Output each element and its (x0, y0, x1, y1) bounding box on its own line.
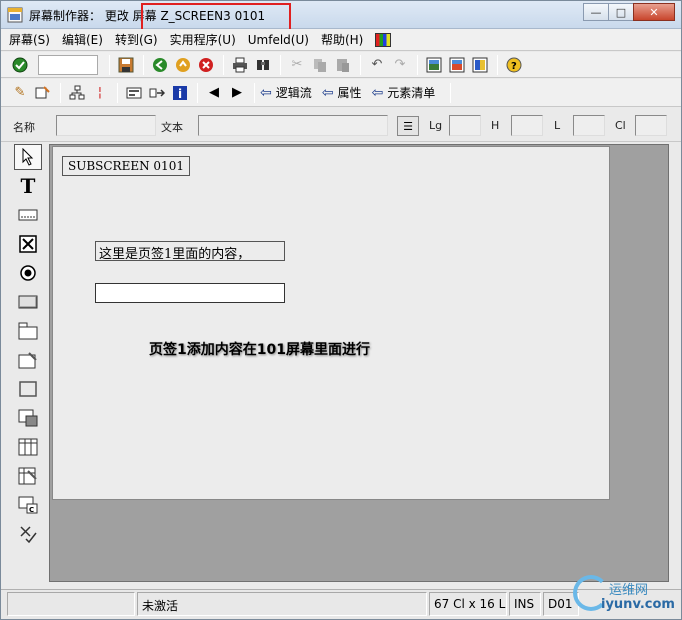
subscreen-area-icon[interactable] (14, 405, 42, 431)
color-palette-icon[interactable] (375, 32, 392, 47)
screen-canvas[interactable]: SUBSCREEN 0101 这里是页签1里面的内容， 页签1添加内容在101屏… (52, 146, 610, 500)
paste-icon[interactable] (332, 55, 354, 75)
cancel-icon[interactable] (195, 55, 217, 75)
standard-toolbar: ✂ ↶ ↷ ? (1, 52, 681, 78)
menu-help[interactable]: 帮助(H) (321, 31, 363, 48)
site-watermark: 运维网 iyunv.com (571, 573, 675, 617)
status-state: 未激活 (137, 592, 427, 616)
l-input[interactable] (573, 115, 605, 136)
find-icon[interactable] (252, 55, 274, 75)
custom-control-icon[interactable]: C (14, 492, 42, 518)
exit-icon[interactable] (172, 55, 194, 75)
status-icon-tool-icon[interactable] (14, 521, 42, 547)
cl-label: Cl (615, 119, 626, 132)
attributes-label: 属性 (337, 86, 362, 100)
application-toolbar: ✎ ¦ i ◀ ▶ ⇦ 逻辑流 ⇦ 属性 ⇦ 元素清单 (1, 79, 681, 107)
table-wizard-icon[interactable] (14, 463, 42, 489)
pointer-icon[interactable] (14, 144, 42, 170)
element-list-label: 元素清单 (387, 86, 436, 100)
menu-screen[interactable]: 屏幕(S) (9, 31, 50, 48)
menu-umfeld[interactable]: Umfeld(U) (248, 33, 309, 47)
element-list-button[interactable]: ⇦ 元素清单 (372, 84, 436, 101)
h-label: H (491, 119, 500, 132)
print-icon[interactable] (229, 55, 251, 75)
input-field-icon[interactable] (14, 202, 42, 228)
subscreen-label[interactable]: SUBSCREEN 0101 (62, 156, 190, 176)
title-bar: 屏幕制作器： 更改 屏幕 Z_SCREEN3 0101 — □ ✕ (1, 1, 681, 29)
element-attributes-row: 名称 文本 ☰ Lg H L Cl (1, 108, 681, 142)
window-title: 屏幕制作器： 更改 屏幕 Z_SCREEN3 0101 (29, 9, 266, 23)
lg-label: Lg (429, 119, 443, 132)
minimize-button[interactable]: — (583, 3, 609, 21)
previous-icon[interactable]: ◀ (203, 83, 225, 103)
watermark-en: iyunv.com (601, 597, 675, 612)
back-icon[interactable] (149, 55, 171, 75)
name-input[interactable] (56, 115, 156, 136)
status-size: 67 Cl x 16 L (429, 592, 507, 616)
maximize-button[interactable]: □ (608, 3, 634, 21)
arrow-left-icon: ⇦ (371, 84, 384, 101)
table-control-icon[interactable] (14, 434, 42, 460)
pushbutton-icon[interactable] (14, 289, 42, 315)
arrow-left-icon: ⇦ (321, 84, 334, 101)
layout-icon-3[interactable] (469, 55, 491, 75)
transfer-icon[interactable] (146, 83, 168, 103)
pencil-icon[interactable]: ✎ (9, 83, 31, 103)
annotation-text: 页签1添加内容在101屏幕里面进行 (149, 342, 370, 358)
menu-goto[interactable]: 转到(G) (115, 31, 158, 48)
screen-painter-icon (7, 7, 23, 23)
text-list-icon[interactable]: ☰ (397, 116, 419, 136)
text-label: 文本 (161, 121, 183, 134)
tabstrip-wizard-icon[interactable] (14, 347, 42, 373)
next-icon[interactable]: ▶ (226, 83, 248, 103)
svg-text:C: C (29, 506, 34, 514)
name-label: 名称 (13, 121, 35, 134)
lg-input[interactable] (449, 115, 481, 136)
help-icon[interactable]: ? (503, 55, 525, 75)
radio-button-icon[interactable] (14, 260, 42, 286)
watermark-cn: 运维网 (609, 583, 649, 598)
svg-text:?: ? (511, 61, 517, 72)
logic-flow-button[interactable]: ⇦ 逻辑流 (260, 84, 312, 101)
box-icon[interactable] (14, 376, 42, 402)
text-field-icon[interactable]: T (14, 173, 42, 199)
l-label: L (554, 119, 561, 132)
info-icon[interactable]: i (169, 83, 191, 103)
input-element[interactable] (95, 283, 285, 303)
close-button[interactable]: ✕ (633, 3, 675, 21)
window-controls: — □ ✕ (583, 3, 675, 21)
status-mode: INS (509, 592, 541, 616)
marker-icon[interactable]: ¦ (89, 83, 111, 103)
display-change-icon[interactable] (32, 83, 54, 103)
tabstrip-icon[interactable] (14, 318, 42, 344)
layout-icon-2[interactable] (446, 55, 468, 75)
cl-input[interactable] (635, 115, 667, 136)
text-element[interactable]: 这里是页签1里面的内容， (95, 241, 285, 262)
checkbox-icon[interactable] (14, 231, 42, 257)
command-field[interactable] (38, 54, 98, 75)
logic-flow-label: 逻辑流 (275, 86, 312, 100)
menu-edit[interactable]: 编辑(E) (62, 31, 103, 48)
hierarchy-icon[interactable] (66, 83, 88, 103)
arrow-left-icon: ⇦ (260, 84, 272, 101)
save-icon[interactable] (115, 55, 137, 75)
svg-text:i: i (178, 87, 182, 101)
redo-icon[interactable]: ↷ (389, 55, 411, 75)
h-input[interactable] (511, 115, 543, 136)
layout-icon-1[interactable] (423, 55, 445, 75)
check-icon[interactable] (9, 55, 31, 75)
layout-work-area[interactable]: SUBSCREEN 0101 这里是页签1里面的内容， 页签1添加内容在101屏… (49, 144, 669, 582)
status-message (7, 592, 135, 616)
screen-painter-window: 屏幕制作器： 更改 屏幕 Z_SCREEN3 0101 — □ ✕ 屏幕(S) … (0, 0, 682, 620)
element-palette: T C (11, 144, 45, 584)
copy-icon[interactable] (309, 55, 331, 75)
text-input[interactable] (198, 115, 388, 136)
undo-icon[interactable]: ↶ (366, 55, 388, 75)
screen-element-icon[interactable] (123, 83, 145, 103)
menu-utilities[interactable]: 实用程序(U) (170, 31, 236, 48)
menu-bar: 屏幕(S) 编辑(E) 转到(G) 实用程序(U) Umfeld(U) 帮助(H… (1, 29, 681, 51)
attributes-button[interactable]: ⇦ 属性 (322, 84, 362, 101)
cut-icon[interactable]: ✂ (286, 55, 308, 75)
